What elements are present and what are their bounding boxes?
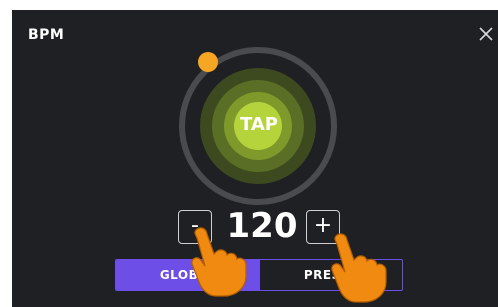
- tempo-dial: [179, 47, 337, 205]
- decrement-bpm-button[interactable]: -: [178, 210, 212, 244]
- bpm-dialog: BPM TAP - 120 + GLOBAL PRESET: [12, 10, 498, 307]
- close-icon[interactable]: [478, 26, 494, 42]
- beat-indicator-dot: [198, 52, 218, 72]
- tap-button[interactable]: [234, 102, 282, 150]
- mode-toggle: GLOBAL PRESET: [115, 259, 403, 291]
- tab-preset[interactable]: PRESET: [260, 260, 402, 290]
- increment-bpm-button[interactable]: +: [306, 210, 340, 244]
- tab-global[interactable]: GLOBAL: [116, 260, 260, 290]
- dialog-title: BPM: [28, 27, 65, 43]
- bpm-value: 120: [226, 206, 298, 246]
